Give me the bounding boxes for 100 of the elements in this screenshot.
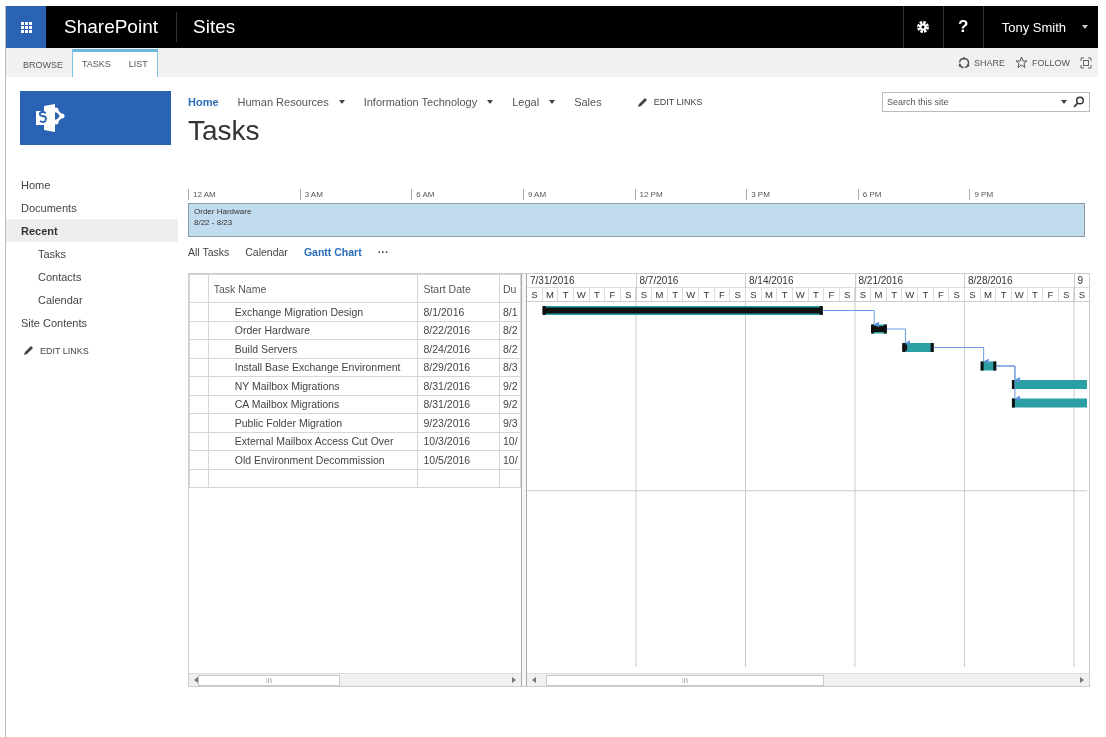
view-link[interactable]: Gantt Chart <box>303 246 362 258</box>
table-cell: Old Environment Decommission <box>208 450 418 469</box>
scrollbar-thumb[interactable] <box>198 674 340 686</box>
table-cell: NY Mailbox Migrations <box>208 376 418 395</box>
gantt-bar[interactable] <box>1011 380 1087 389</box>
gantt-bar[interactable] <box>871 324 887 334</box>
nav-link[interactable]: Contacts <box>6 265 188 288</box>
day-label: T <box>918 288 934 301</box>
day-label: W <box>792 288 809 301</box>
view-link[interactable]: Calendar <box>245 246 288 258</box>
timeline-task-bar[interactable]: Order Hardware 8/22 - 8/23 <box>188 203 1085 237</box>
search-field[interactable]: Search this site <box>882 92 1090 112</box>
timeline-tick-label: 12 AM <box>188 189 300 200</box>
nav-link[interactable]: Human Resources <box>237 96 364 108</box>
week-label: 7/31/2016 <box>529 274 576 287</box>
edit-links-button[interactable]: EDIT LINKS <box>6 344 188 357</box>
search-icon[interactable] <box>1073 96 1085 108</box>
ribbon-tab[interactable]: BROWSE <box>14 52 72 77</box>
nav-link[interactable]: Calendar <box>6 288 188 311</box>
nav-link[interactable]: Documents <box>6 196 188 219</box>
dependency-arrow <box>886 328 911 346</box>
day-label: S <box>839 288 856 301</box>
waffle-icon <box>20 21 32 33</box>
table-cell: Install Base Exchange Environment <box>208 358 418 377</box>
left-arrow-icon[interactable] <box>532 677 536 683</box>
view-link[interactable]: All Tasks <box>188 246 230 258</box>
column-header[interactable]: Task Name <box>208 274 418 303</box>
share-button[interactable]: SHARE <box>957 56 1005 69</box>
week-label: 8/28/2016 <box>967 274 1014 287</box>
nav-link[interactable]: Legal <box>512 96 575 108</box>
left-arrow-icon[interactable] <box>194 677 198 683</box>
caret-icon <box>549 100 556 104</box>
table-cell: Build Servers <box>208 339 418 358</box>
horizontal-scrollbar[interactable] <box>527 673 1089 686</box>
sharepoint-logo-icon <box>36 102 66 134</box>
day-label: S <box>527 288 543 301</box>
day-label: T <box>777 288 793 301</box>
horizontal-scrollbar[interactable] <box>189 673 521 686</box>
dependency-arrow <box>933 347 989 365</box>
pencil-icon <box>636 96 648 108</box>
nav-link[interactable]: Sales <box>574 96 621 108</box>
caret-icon <box>487 100 494 104</box>
nav-link[interactable]: Site Contents <box>6 311 188 334</box>
star-icon <box>1015 56 1028 69</box>
day-label: S <box>949 288 965 301</box>
dropdown-caret-icon <box>1061 100 1067 104</box>
day-label: M <box>542 288 559 301</box>
nav-link[interactable]: Recent <box>6 219 178 242</box>
day-label: T <box>667 288 684 301</box>
table-cell: 8/31/2016 <box>417 395 500 414</box>
table-cell: Order Hardware <box>208 321 418 340</box>
dependency-arrow <box>822 310 880 328</box>
column-header[interactable]: Start Date <box>417 274 500 303</box>
nav-link[interactable]: Tasks <box>6 242 188 265</box>
day-label: T <box>996 288 1012 301</box>
day-label: M <box>871 288 887 301</box>
edit-links-button[interactable]: EDIT LINKS <box>620 96 703 108</box>
table-cell: 9/23/2016 <box>417 413 500 432</box>
timeline-tick-label: 3 PM <box>746 189 858 200</box>
gantt-bar[interactable] <box>980 361 997 371</box>
nav-link[interactable]: Home <box>6 173 188 196</box>
right-arrow-icon[interactable] <box>1080 677 1084 683</box>
scrollbar-thumb[interactable] <box>546 674 824 686</box>
more-views-button[interactable]: ··· <box>377 246 389 258</box>
column-header[interactable]: Du <box>499 274 521 303</box>
app-launcher-button[interactable] <box>6 6 46 48</box>
table-cell: 8/2 <box>499 321 521 340</box>
day-label: W <box>683 288 699 301</box>
gantt-bar[interactable] <box>1011 398 1087 408</box>
ribbon-tab[interactable]: LIST <box>119 52 157 76</box>
week-label: 8/14/2016 <box>748 274 795 287</box>
gantt-bar[interactable] <box>902 343 934 352</box>
day-label: S <box>1074 288 1089 301</box>
table-cell: 8/22/2016 <box>417 321 500 340</box>
day-label: T <box>699 288 715 301</box>
day-label: M <box>652 288 668 301</box>
grip-icon <box>266 677 272 683</box>
gantt-bar[interactable] <box>542 306 823 315</box>
nav-link[interactable]: Home <box>188 96 238 108</box>
caret-icon <box>338 100 345 104</box>
table-cell: 9/3 <box>499 413 521 432</box>
timeline-tick-label: 12 PM <box>634 189 747 200</box>
section-title[interactable]: Sites <box>177 16 236 38</box>
ribbon-tab[interactable]: TASKS <box>73 52 120 76</box>
focus-button[interactable] <box>1080 56 1092 69</box>
table-cell: 8/31/2016 <box>417 376 500 395</box>
nav-link[interactable]: Information Technology <box>363 96 513 108</box>
timeline-tick-label: 6 PM <box>857 189 970 200</box>
focus-icon <box>1080 56 1092 69</box>
app-name[interactable]: SharePoint <box>46 12 177 42</box>
timeline-tick-label: 3 AM <box>299 189 412 200</box>
follow-button[interactable]: FOLLOW <box>1015 56 1070 69</box>
table-cell: CA Mailbox Migrations <box>208 395 418 414</box>
day-label: T <box>886 288 903 301</box>
right-arrow-icon[interactable] <box>512 677 516 683</box>
day-label: F <box>1043 288 1059 301</box>
table-cell: 9/2 <box>499 395 521 414</box>
site-logo[interactable] <box>20 91 171 145</box>
page-title: Tasks <box>188 114 261 148</box>
table-cell: 10/ <box>499 450 521 469</box>
